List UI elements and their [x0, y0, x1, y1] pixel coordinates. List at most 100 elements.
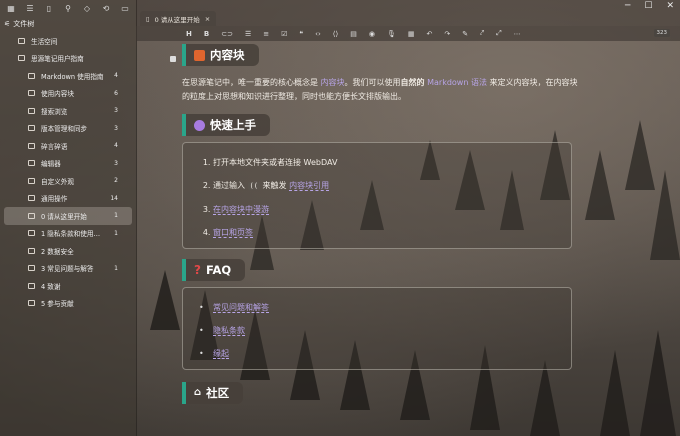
sidebar: ▦ ☰ ▯ ⚲ ◇ ⟲ ▭ ⚟ 文件树 生活空间 思源笔记用户指南 Markdo…	[0, 0, 137, 436]
folder-icon	[28, 195, 35, 202]
document-icon	[28, 247, 35, 254]
bookmark-icon[interactable]: ▯	[44, 4, 54, 13]
search-icon[interactable]: ⚲	[63, 4, 73, 13]
house-icon: ⌂	[194, 387, 202, 398]
inline-code: ((	[247, 182, 260, 190]
code-icon[interactable]: ‹›	[315, 30, 321, 38]
folder-icon	[28, 160, 35, 167]
undo-icon[interactable]: ↶	[426, 30, 432, 38]
tree-item-folder[interactable]: 自定义外观 2	[0, 172, 136, 190]
tree-item-doc[interactable]: 3 常见问题与解答 1	[0, 260, 136, 278]
link-icon[interactable]: ⊂⊃	[221, 30, 233, 38]
bold-icon[interactable]: B	[204, 30, 209, 38]
fullscreen-icon[interactable]: ⤢	[496, 29, 502, 38]
maximize-icon[interactable]: ☐	[644, 1, 652, 11]
list-item: 窗口和页签	[213, 221, 571, 244]
tree-item-doc[interactable]: 1 隐私条款和使用… 1	[0, 225, 136, 243]
document-content: 内容块 在思源笔记中，唯一重要的核心概念是 内容块。我们可以使用自然的 Mark…	[170, 44, 580, 404]
more-icon[interactable]: ⋯	[514, 30, 521, 38]
grid-icon[interactable]: ▦	[408, 30, 415, 38]
record-icon[interactable]: 🎙	[387, 30, 396, 38]
tree-item-folder[interactable]: 碎言碎语 4	[0, 137, 136, 155]
list-item: 通过输入 (( 来触发 内容块引用	[213, 174, 571, 198]
list-item: 常见问题和解答	[199, 296, 571, 319]
document-icon	[28, 282, 35, 289]
quickstart-box: 打开本地文件夹或者连接 WebDAV 通过输入 (( 来触发 内容块引用 在内容…	[182, 142, 572, 249]
document-icon	[28, 230, 35, 237]
list-item: 在内容块中漫游	[213, 198, 571, 221]
block-ref-link[interactable]: 在内容块中漫游	[213, 205, 269, 215]
tree-item-doc[interactable]: 4 致谢	[0, 277, 136, 295]
document-icon	[28, 300, 35, 307]
question-icon: ?	[194, 263, 201, 277]
tree-item-doc-selected[interactable]: 0 请从这里开始 1	[4, 207, 132, 225]
block-ref-link[interactable]: 常见问题和解答	[213, 303, 269, 313]
quote-icon[interactable]: ❝	[299, 30, 303, 38]
document-icon: ▯	[146, 14, 150, 23]
tree-item-folder[interactable]: 通用操作 14	[0, 190, 136, 208]
file-tree: 生活空间 思源笔记用户指南 Markdown 使用指南 4 使用内容块 6 搜索浏览…	[0, 32, 136, 312]
content-block-link[interactable]: 内容块	[321, 78, 345, 87]
tree-item-folder[interactable]: 版本管理和同步 3	[0, 120, 136, 138]
word-count-badge: 323	[653, 29, 670, 37]
list-item: 缘起	[199, 342, 571, 365]
tree-item-folder[interactable]: 使用内容块 6	[0, 85, 136, 103]
tab-doc[interactable]: ▯ 0 请从这里开始 ×	[140, 11, 217, 26]
block-ref-link[interactable]: 窗口和页签	[213, 228, 253, 238]
tag-icon[interactable]: ◇	[82, 4, 92, 13]
close-window-icon[interactable]: ✕	[666, 1, 674, 11]
folder-icon	[28, 72, 35, 79]
sidebar-toolbar: ▦ ☰ ▯ ⚲ ◇ ⟲ ▭	[0, 0, 136, 16]
tree-item-folder[interactable]: 编辑器 3	[0, 155, 136, 173]
preview-icon[interactable]: ◉	[369, 30, 375, 38]
document-icon	[28, 265, 35, 272]
heading-quickstart: 快速上手	[182, 114, 580, 136]
pen-icon[interactable]: ✎	[462, 30, 468, 38]
tree-item-doc[interactable]: 2 数据安全	[0, 242, 136, 260]
heading-text: 内容块	[210, 48, 245, 62]
notebook-icon	[18, 55, 25, 62]
heading-community: ⌂ 社区	[182, 380, 580, 404]
heading-bar: ? FAQ	[182, 259, 246, 281]
filetree-icon: ⚟	[4, 20, 11, 28]
folder-icon	[28, 90, 35, 97]
tree-item-doc[interactable]: 5 参与贡献	[0, 295, 136, 313]
heading-icon[interactable]: H	[186, 30, 192, 38]
sync-icon[interactable]: ⟲	[101, 4, 111, 13]
quickstart-list: 打开本地文件夹或者连接 WebDAV 通过输入 (( 来触发 内容块引用 在内容…	[183, 143, 571, 248]
ordered-list-icon[interactable]: ≡	[263, 30, 269, 38]
tab-bar: ▯ 0 请从这里开始 × ─ ☐ ✕	[136, 0, 680, 26]
minimize-icon[interactable]: ─	[625, 1, 630, 11]
tree-item-folder[interactable]: Markdown 使用指南 4	[0, 67, 136, 85]
heading-faq: ? FAQ	[182, 259, 580, 281]
editor-toolbar: H B ⊂⊃ ☰ ≡ ☑ ❝ ‹› ⟨⟩ ▤ ◉ 🎙 ▦ ↶ ↷ ✎ ⤤ ⤢ ⋯…	[136, 26, 680, 41]
export-icon[interactable]: ⤤	[480, 29, 484, 38]
crystal-ball-icon	[194, 119, 205, 131]
grid-icon[interactable]: ▦	[6, 4, 16, 13]
folder-icon	[28, 142, 35, 149]
window-controls: ─ ☐ ✕	[625, 1, 674, 11]
block-ref-link[interactable]: 缘起	[213, 349, 229, 359]
checklist-icon[interactable]: ☑	[281, 30, 287, 38]
markdown-link[interactable]: Markdown 语法	[427, 78, 487, 87]
filetree-title: 文件树	[13, 20, 35, 28]
redo-icon[interactable]: ↷	[444, 30, 450, 38]
close-icon[interactable]: ×	[205, 15, 210, 23]
inline-code-icon[interactable]: ⟨⟩	[333, 30, 338, 38]
list-icon[interactable]: ☰	[25, 4, 35, 13]
document-icon	[28, 212, 35, 219]
tree-item-notebook[interactable]: 生活空间	[0, 32, 136, 50]
heading-bar: 快速上手	[182, 114, 270, 136]
unordered-list-icon[interactable]: ☰	[245, 30, 251, 38]
filetree-header: ⚟ 文件树	[0, 16, 136, 32]
heading-text: FAQ	[205, 263, 232, 277]
folder-icon	[28, 177, 35, 184]
table-icon[interactable]: ▤	[350, 30, 357, 38]
block-ref-link[interactable]: 内容块引用	[289, 181, 330, 191]
tree-item-notebook[interactable]: 思源笔记用户指南	[0, 50, 136, 68]
heading-bar: ⌂ 社区	[182, 381, 244, 404]
tree-item-folder[interactable]: 搜索浏览 3	[0, 102, 136, 120]
block-ref-link[interactable]: 隐私条款	[213, 326, 245, 336]
inbox-icon[interactable]: ▭	[120, 4, 130, 13]
tab-label: 0 请从这里开始	[154, 15, 200, 24]
